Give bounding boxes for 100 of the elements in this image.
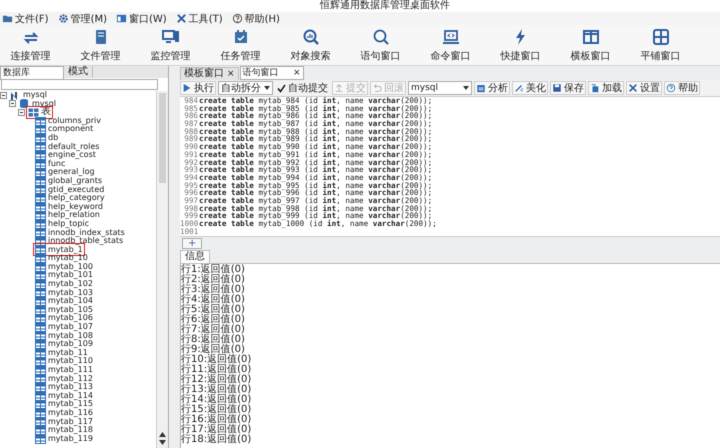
table-icon (35, 227, 46, 238)
editor-tab[interactable]: 语句窗口 × (240, 66, 304, 80)
laptop-code-icon (442, 28, 460, 46)
table-icon (35, 348, 46, 359)
collapse-icon[interactable] (0, 92, 7, 99)
caret-icon (264, 86, 270, 90)
tree-item[interactable]: mytab_119 (34, 434, 94, 445)
close-tab-button[interactable]: × (227, 68, 235, 80)
code-editor[interactable] (180, 97, 720, 237)
database-icon (19, 98, 30, 110)
menu-item[interactable]: 文件(F) (2, 12, 49, 26)
tree-item[interactable]: mytab_112 (34, 373, 94, 384)
table-icon (35, 184, 46, 196)
table-icon (35, 330, 46, 342)
tree-item[interactable]: innodb_index_stats (34, 227, 126, 238)
log-line: 行15:返回值(0) (181, 405, 252, 415)
toolbar-button[interactable]: 分析 (474, 81, 510, 95)
tree-item[interactable]: 表 (27, 106, 52, 118)
table-icon (35, 356, 46, 368)
log-line: 行17:返回值(0) (181, 425, 252, 435)
table-icon (35, 158, 46, 170)
log-line: 行9:返回值(0) (181, 345, 245, 355)
table-icon (35, 287, 46, 298)
collapse-icon[interactable] (9, 100, 16, 108)
menu-item[interactable]: 窗口(W) (116, 12, 167, 26)
table-icon (35, 408, 46, 419)
add-button[interactable]: + (182, 238, 202, 249)
filter-field[interactable] (1, 79, 158, 90)
tree-item[interactable]: gtid_executed (34, 184, 106, 196)
editor-tab[interactable]: 模板窗口 × (180, 67, 239, 80)
log-line: 行4:返回值(0) (181, 295, 245, 305)
toolbar-button[interactable]: 命令窗口 (422, 25, 479, 65)
tree-item[interactable]: mytab_1 (34, 244, 84, 256)
search-icon (372, 28, 390, 46)
table-icon (35, 210, 46, 222)
tree-item[interactable]: mytab_117 (34, 416, 94, 428)
table-icon (35, 339, 46, 350)
toolbar-button[interactable]: 保存 (550, 81, 586, 95)
tree-item[interactable]: mysql (18, 98, 57, 110)
split-dropdown[interactable]: 自动拆分 (218, 81, 273, 95)
menu-item[interactable]: 工具(T) (176, 12, 223, 26)
connection-select[interactable]: mysql (408, 81, 472, 95)
toolbar-button[interactable]: 帮助 (664, 81, 700, 95)
scroll-up-icon[interactable] (159, 432, 166, 437)
log-line: 行16:返回值(0) (181, 415, 252, 425)
log-line: 行2:返回值(0) (181, 275, 245, 285)
toolbar-button[interactable]: 监控管理 (142, 25, 199, 65)
help-icon (666, 83, 676, 93)
log-line: 行12:返回值(0) (181, 375, 252, 385)
table-icon (35, 304, 46, 316)
toolbar-button[interactable]: 加载 (588, 81, 624, 95)
table-icon (35, 416, 46, 428)
log-line: 行14:返回值(0) (181, 395, 252, 405)
toolbar-button[interactable]: 美化 (512, 81, 548, 95)
table-icon (35, 296, 46, 308)
scroll-thumb[interactable] (159, 93, 166, 183)
tree-item[interactable]: mytab_118 (34, 424, 94, 436)
tree-item[interactable]: mytab_113 (34, 382, 94, 393)
toolbar-button[interactable]: 对象搜索 (282, 25, 339, 65)
tree-item[interactable]: mysql (9, 91, 48, 101)
toolbar-button[interactable]: 语句窗口 (352, 25, 409, 65)
scrollbar[interactable] (156, 91, 168, 448)
tree-item[interactable]: mytab_108 (34, 330, 94, 342)
scroll-down-icon[interactable] (159, 440, 166, 445)
checkmark-icon (277, 84, 286, 92)
tree-item[interactable]: engine_cost (34, 150, 97, 161)
close-tab-button[interactable]: × (293, 67, 301, 79)
sidebar-tab[interactable]: 数据库 (0, 66, 64, 80)
sidebar-tab[interactable]: 模式 (64, 66, 93, 78)
table-icon (35, 313, 46, 324)
help-icon (232, 13, 243, 24)
toolbar-button[interactable]: 快捷窗口 (492, 25, 549, 65)
toolbar-button[interactable]: 文件管理 (72, 25, 129, 65)
tree-item[interactable]: default_roles (34, 141, 100, 152)
table-icon (35, 262, 46, 273)
upload-icon (334, 83, 344, 93)
table-icon (35, 270, 46, 282)
log-line: 行18:返回值(0) (181, 435, 252, 445)
table-icon (35, 253, 46, 264)
toolbar-button[interactable]: 设置 (626, 81, 662, 95)
output-tab[interactable]: 信息 (180, 250, 210, 263)
toolbar-button[interactable]: 任务管理 (212, 25, 269, 65)
toolbar-button[interactable]: 执行 (180, 81, 216, 95)
log-line: 行11:返回值(0) (181, 365, 252, 375)
auto-commit-checkbox[interactable]: 自动提交 (275, 81, 330, 95)
menu-item[interactable]: 管理(M) (58, 12, 107, 26)
log-line: 行7:返回值(0) (181, 325, 245, 335)
table-icon (35, 132, 46, 144)
table-icon (35, 322, 46, 333)
undo-icon (372, 83, 382, 93)
toolbar-button[interactable]: 横板窗口 (562, 25, 619, 65)
tree-item[interactable]: mytab_103 (34, 287, 94, 298)
table-icon (35, 167, 46, 178)
menu-item[interactable]: 帮助(H) (232, 12, 280, 26)
toolbar-button[interactable]: 平铺窗口 (632, 25, 689, 65)
tree-item[interactable]: help_category (34, 192, 106, 204)
log-line: 行13:返回值(0) (181, 385, 252, 395)
collapse-icon[interactable] (18, 108, 25, 116)
toolbar-button[interactable]: 连接管理 (2, 25, 59, 65)
table-icon (35, 373, 46, 384)
